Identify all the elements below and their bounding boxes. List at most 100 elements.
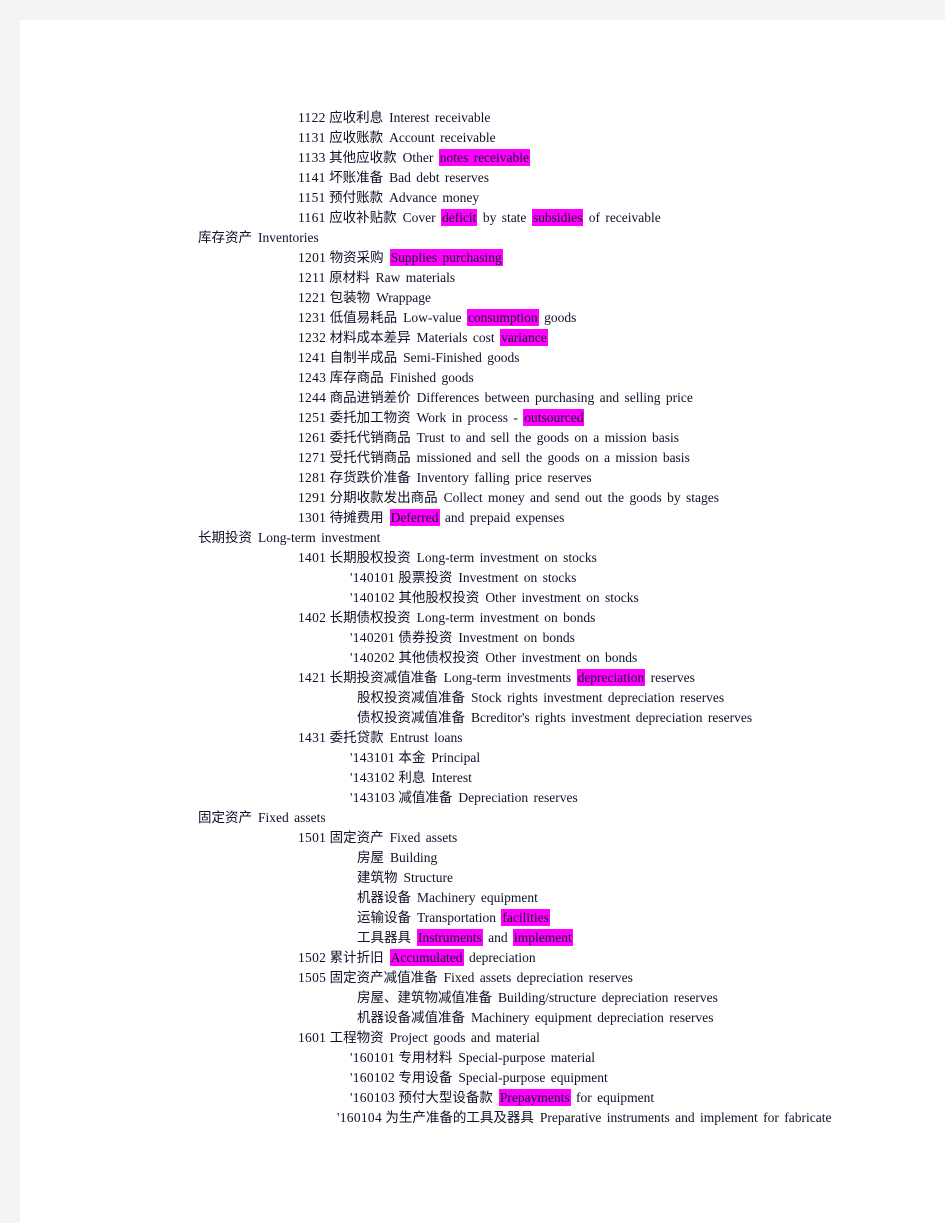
- account-group-line: 债权投资减值准备 Bcreditor's rights investment de…: [20, 708, 945, 728]
- account-name-en: by state: [477, 210, 532, 225]
- account-group-line: 房屋 Building: [20, 848, 945, 868]
- account-name-en: Long-term investment on stocks: [416, 550, 597, 565]
- account-code: 1271: [298, 450, 327, 465]
- account-name-en: missioned and sell the goods on a missio…: [416, 450, 690, 465]
- account-name-en: and prepaid expenses: [439, 510, 565, 525]
- account-group-line: 机器设备 Machinery equipment: [20, 888, 945, 908]
- account-name-cn: 为生产准备的工具及器具: [385, 1110, 534, 1126]
- account-code: '143102: [350, 770, 396, 785]
- account-name-cn: 坏账准备: [329, 170, 384, 186]
- account-name-en: Machinery equipment: [417, 890, 538, 905]
- account-code: 1502: [298, 950, 327, 965]
- account-code: '160102: [350, 1070, 396, 1085]
- account-group-line: 库存资产 Inventories: [20, 228, 945, 248]
- account-line: 1431 委托贷款 Entrust loans: [20, 728, 945, 748]
- account-name-cn: 长期投资减值准备: [329, 670, 438, 686]
- account-name-en: Raw materials: [375, 270, 456, 285]
- account-name-cn: 工程物资: [329, 1030, 384, 1046]
- account-name-en: Project goods and material: [389, 1030, 540, 1045]
- account-group-line: 固定资产 Fixed assets: [20, 808, 945, 828]
- account-name-en: Inventory falling price reserves: [416, 470, 592, 485]
- account-name-en: Work in process -: [416, 410, 524, 425]
- account-code: '140102: [350, 590, 396, 605]
- account-name-cn: 自制半成品: [329, 350, 398, 366]
- account-code: 1231: [298, 310, 327, 325]
- account-code: 1401: [298, 550, 327, 565]
- account-line: 1421 长期投资减值准备 Long-term investments depre…: [20, 668, 945, 688]
- account-name-en: Low-value: [403, 310, 467, 325]
- account-code: 1501: [298, 830, 327, 845]
- account-name-en: Bcreditor's rights investment depreciati…: [471, 710, 753, 725]
- account-line: 1271 受托代销商品 missioned and sell the goods …: [20, 448, 945, 468]
- account-name-en: Fixed assets depreciation reserves: [443, 970, 633, 985]
- account-group-line: 建筑物 Structure: [20, 868, 945, 888]
- account-name-en: Preparative instruments and implement fo…: [539, 1110, 832, 1125]
- account-name-cn: 专用设备: [398, 1070, 453, 1086]
- account-line: 1131 应收账款 Account receivable: [20, 128, 945, 148]
- highlighted-term: consumption: [466, 309, 539, 326]
- account-name-cn: 运输设备: [357, 910, 411, 926]
- account-group-line: 长期投资 Long-term investment: [20, 528, 945, 548]
- account-name-cn: 利息: [398, 770, 426, 786]
- account-code: '143103: [350, 790, 396, 805]
- account-name-cn: 委托加工物资: [329, 410, 411, 426]
- account-code: '143101: [350, 750, 396, 765]
- account-code: 1201: [298, 250, 327, 265]
- highlighted-term: notes receivable: [438, 149, 531, 166]
- account-name-en: Principal: [431, 750, 481, 765]
- account-name-cn: 应收账款: [329, 130, 384, 146]
- account-name-en: Long-term investment: [258, 530, 381, 545]
- account-name-en: Stock rights investment depreciation res…: [471, 690, 725, 705]
- account-name-en: Account receivable: [389, 130, 496, 145]
- account-line: '160101 专用材料 Special-purpose material: [20, 1048, 945, 1068]
- account-code: 1122: [298, 110, 326, 125]
- account-name-cn: 受托代销商品: [329, 450, 411, 466]
- account-name-en: and: [482, 930, 513, 945]
- account-group-line: 工具器具 Instruments and implement: [20, 928, 945, 948]
- account-code: 1221: [298, 290, 327, 305]
- account-line: 1122 应收利息 Interest receivable: [20, 108, 945, 128]
- account-line: 1161 应收补贴款 Cover deficit by state subsidi…: [20, 208, 945, 228]
- highlighted-term: depreciation: [576, 669, 646, 686]
- account-code: 1505: [298, 970, 327, 985]
- account-line: 1505 固定资产减值准备 Fixed assets depreciation r…: [20, 968, 945, 988]
- account-line: 1232 材料成本差异 Materials cost variance: [20, 328, 945, 348]
- highlighted-term: Deferred: [389, 509, 440, 526]
- account-name-en: Inventories: [258, 230, 319, 245]
- highlighted-term: facilities: [501, 909, 550, 926]
- account-name-en: goods: [538, 310, 577, 325]
- account-code: '140101: [350, 570, 396, 585]
- account-code: '160103: [350, 1090, 396, 1105]
- account-line: '143101 本金 Principal: [20, 748, 945, 768]
- account-code: 1291: [298, 490, 327, 505]
- account-line: 1244 商品进销差价 Differences between purchasin…: [20, 388, 945, 408]
- account-line: '140202 其他债权投资 Other investment on bonds: [20, 648, 945, 668]
- account-name-en: Fixed assets: [258, 810, 326, 825]
- account-code: '160104: [337, 1110, 383, 1125]
- account-name-cn: 预付账款: [329, 190, 384, 206]
- account-name-en: Long-term investments: [443, 670, 577, 685]
- account-name-cn: 股权投资减值准备: [357, 690, 465, 706]
- account-code: 1161: [298, 210, 326, 225]
- account-code: 1281: [298, 470, 327, 485]
- account-line: 1291 分期收款发出商品 Collect money and send out …: [20, 488, 945, 508]
- account-name-en: Differences between purchasing and selli…: [416, 390, 693, 405]
- account-name-cn: 其他应收款: [329, 150, 397, 166]
- account-name-en: Structure: [403, 870, 454, 885]
- account-name-cn: 待摊费用: [329, 510, 384, 526]
- account-code: 1402: [298, 610, 327, 625]
- account-line: 1251 委托加工物资 Work in process - outsourced: [20, 408, 945, 428]
- document-body: 1122 应收利息 Interest receivable 1131 应收账款 Acc…: [20, 20, 945, 1128]
- account-name-en: Investment on bonds: [458, 630, 575, 645]
- account-code: 1133: [298, 150, 326, 165]
- highlighted-term: outsourced: [523, 409, 585, 426]
- account-name-cn: 低值易耗品: [329, 310, 398, 326]
- account-line: 1402 长期债权投资 Long-term investment on bonds: [20, 608, 945, 628]
- account-line: 1141 坏账准备 Bad debt reserves: [20, 168, 945, 188]
- account-name-en: for equipment: [570, 1090, 655, 1105]
- account-line: '140102 其他股权投资 Other investment on stocks: [20, 588, 945, 608]
- highlighted-term: Supplies purchasing: [389, 249, 503, 266]
- account-name-en: Other investment on stocks: [485, 590, 639, 605]
- account-name-cn: 长期债权投资: [329, 610, 411, 626]
- account-name-cn: 股票投资: [398, 570, 453, 586]
